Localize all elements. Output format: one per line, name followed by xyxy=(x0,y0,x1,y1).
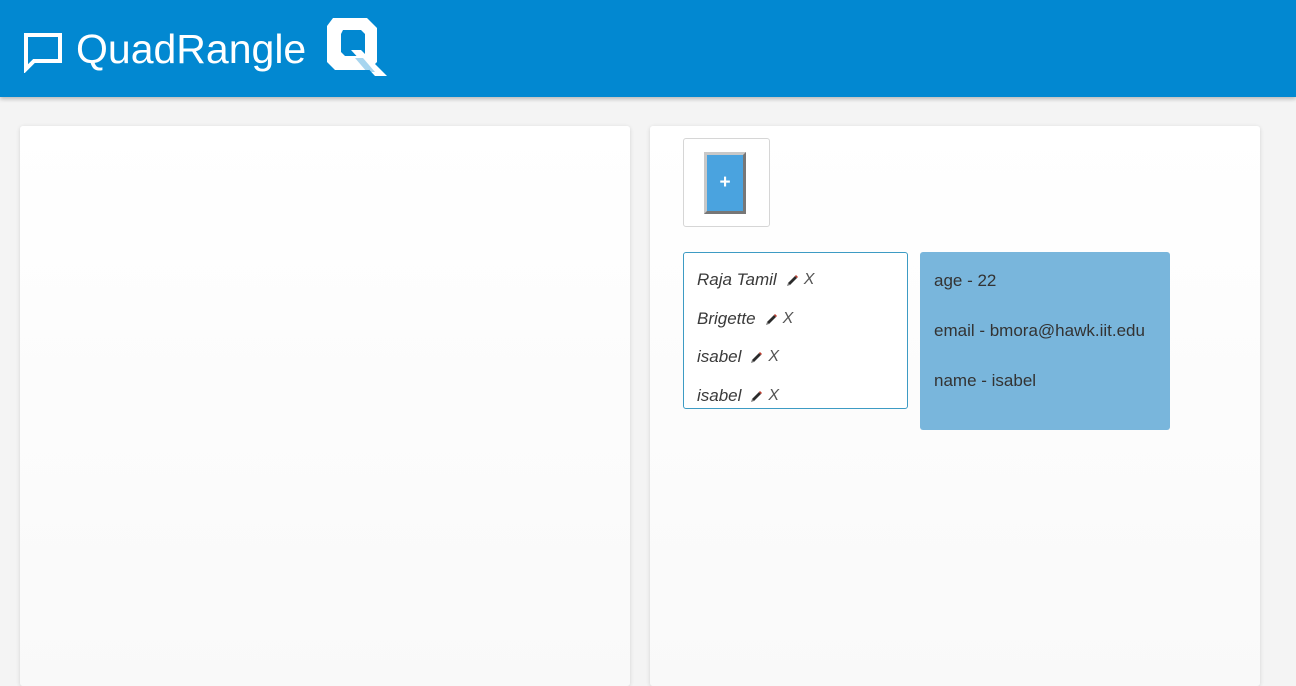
user-name[interactable]: isabel xyxy=(697,347,741,367)
user-list: Raja Tamil X Brigette X isabel X isabel … xyxy=(683,252,908,409)
list-item: isabel X xyxy=(684,338,907,377)
app-header: QuadRangle xyxy=(0,0,1296,97)
pencil-icon[interactable] xyxy=(764,312,778,326)
detail-email: email - bmora@hawk.iit.edu xyxy=(934,321,1145,340)
delete-button[interactable]: X xyxy=(768,387,779,405)
detail-name: name - isabel xyxy=(934,371,1037,390)
detail-age: age - 22 xyxy=(934,271,997,290)
pencil-icon[interactable] xyxy=(749,389,763,403)
user-name[interactable]: Brigette xyxy=(697,309,756,329)
chat-bubble-icon xyxy=(24,33,62,73)
add-user-button[interactable]: + xyxy=(704,152,746,214)
list-item: Raja Tamil X xyxy=(684,261,907,300)
add-user-container: + xyxy=(683,138,770,227)
list-item: isabel X xyxy=(684,377,907,416)
left-panel xyxy=(20,126,630,686)
delete-button[interactable]: X xyxy=(768,348,779,366)
user-name[interactable]: Raja Tamil xyxy=(697,270,777,290)
right-panel: + Raja Tamil X Brigette X isabel X isabe… xyxy=(650,126,1260,686)
app-title: QuadRangle xyxy=(76,26,307,72)
pencil-icon[interactable] xyxy=(749,350,763,364)
user-name[interactable]: isabel xyxy=(697,386,741,406)
delete-button[interactable]: X xyxy=(783,310,794,328)
list-item: Brigette X xyxy=(684,300,907,339)
quadrangle-q-logo xyxy=(327,18,387,76)
pencil-icon[interactable] xyxy=(785,273,799,287)
delete-button[interactable]: X xyxy=(804,271,815,289)
user-detail-card: age - 22 email - bmora@hawk.iit.edu name… xyxy=(920,252,1170,430)
